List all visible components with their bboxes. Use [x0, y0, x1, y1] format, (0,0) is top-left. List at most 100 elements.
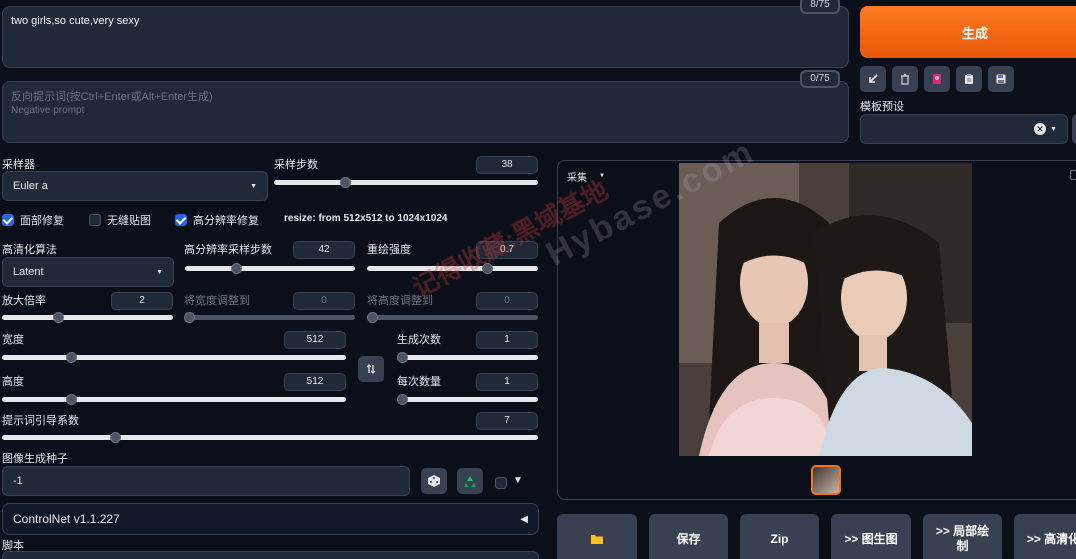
- open-folder-button[interactable]: [557, 514, 637, 559]
- extra-seed-checkbox[interactable]: [495, 477, 507, 489]
- steps-input[interactable]: 38: [476, 156, 538, 174]
- width-input[interactable]: 512: [284, 331, 346, 349]
- generate-button[interactable]: 生成: [860, 6, 1076, 58]
- fullscreen-icon[interactable]: [1070, 170, 1076, 180]
- slider-knob[interactable]: [397, 394, 408, 405]
- cfg-input[interactable]: 7: [476, 412, 538, 430]
- batch-size-slider[interactable]: [397, 394, 538, 405]
- slider-knob[interactable]: [109, 432, 121, 443]
- send-to-img2img-button[interactable]: >> 图生图: [831, 514, 911, 559]
- send-to-inpaint-button[interactable]: >> 局部绘 制: [923, 514, 1002, 559]
- slider-knob[interactable]: [231, 263, 242, 274]
- hires-steps-slider[interactable]: [185, 263, 355, 274]
- face-restore-checkbox[interactable]: 面部修复: [2, 212, 64, 228]
- slider-knob[interactable]: [65, 352, 77, 363]
- read-params-button[interactable]: [860, 66, 886, 92]
- batch-size-input[interactable]: 1: [476, 373, 538, 391]
- slider-knob[interactable]: [340, 177, 352, 188]
- upscale-by-label: 放大倍率: [2, 295, 46, 307]
- denoise-input[interactable]: 0.7: [476, 241, 538, 259]
- slider-knob[interactable]: [65, 394, 77, 405]
- prompt-text: two girls,so cute,very sexy: [11, 15, 140, 27]
- resize-height-input[interactable]: 0: [476, 292, 538, 310]
- upscaler-dropdown[interactable]: Latent ▼: [2, 257, 174, 287]
- checkbox-icon[interactable]: [2, 214, 14, 226]
- chevron-down-icon: ▼: [599, 173, 605, 179]
- recycle-icon: [464, 476, 476, 487]
- denoise-label: 重绘强度: [367, 244, 411, 256]
- resize-width-input[interactable]: 0: [293, 292, 355, 310]
- steps-slider[interactable]: [274, 177, 538, 188]
- apply-style-button[interactable]: [956, 66, 982, 92]
- batch-size-label: 每次数量: [397, 376, 441, 388]
- close-icon[interactable]: ✕: [1034, 123, 1047, 135]
- template-side-button[interactable]: [1072, 114, 1076, 144]
- controlnet-label: ControlNet v1.1.227: [13, 512, 120, 526]
- prompt-textarea[interactable]: two girls,so cute,very sexy: [2, 6, 849, 68]
- hires-fix-checkbox[interactable]: 高分辨率修复: [175, 212, 259, 228]
- height-label: 高度: [2, 376, 24, 388]
- hires-steps-input[interactable]: 42: [293, 241, 355, 259]
- chevron-down-icon: ▼: [1050, 125, 1057, 133]
- height-input[interactable]: 512: [284, 373, 346, 391]
- upscale-by-slider[interactable]: [2, 312, 173, 323]
- trash-icon: [901, 73, 909, 85]
- prompt-token-counter: 8/75: [800, 0, 840, 14]
- negative-token-counter: 0/75: [800, 70, 840, 88]
- seed-value: -1: [13, 475, 23, 487]
- zip-button[interactable]: Zip: [740, 514, 819, 559]
- swap-icon: [366, 364, 376, 374]
- sampler-dropdown[interactable]: Euler a ▼: [2, 171, 268, 201]
- reuse-seed-button[interactable]: [457, 468, 483, 494]
- save-style-button[interactable]: [988, 66, 1014, 92]
- checkbox-icon[interactable]: [175, 214, 187, 226]
- resize-height-slider[interactable]: [367, 312, 538, 323]
- random-seed-button[interactable]: [421, 468, 447, 494]
- seed-input[interactable]: -1: [2, 466, 410, 496]
- expand-triangle-icon[interactable]: ▼: [513, 475, 523, 486]
- negative-prompt-textarea[interactable]: 反向提示词(按Ctrl+Enter或Alt+Enter生成) Negative …: [2, 81, 849, 143]
- script-dropdown[interactable]: [2, 551, 539, 559]
- hires-fix-label: 高分辨率修复: [193, 215, 259, 227]
- swap-dimensions-button[interactable]: [358, 356, 384, 382]
- save-button[interactable]: 保存: [649, 514, 728, 559]
- chevron-down-icon: ▼: [250, 182, 257, 190]
- height-slider[interactable]: [2, 394, 346, 405]
- tiling-checkbox[interactable]: 无缝贴图: [89, 212, 151, 228]
- checkbox-icon[interactable]: [89, 214, 101, 226]
- template-dropdown[interactable]: ✕ ▼: [860, 114, 1068, 144]
- template-label: 模板预设: [860, 101, 904, 113]
- output-tab[interactable]: 采集 ▼: [561, 166, 611, 186]
- batch-count-slider[interactable]: [397, 352, 538, 363]
- cfg-label: 提示词引导系数: [2, 415, 79, 427]
- sampler-label: 采样器: [2, 159, 35, 171]
- slider-knob[interactable]: [53, 312, 65, 323]
- steps-label: 采样步数: [274, 159, 318, 171]
- face-restore-label: 面部修复: [20, 215, 64, 227]
- slider-knob[interactable]: [367, 312, 378, 323]
- resize-width-label: 将宽度调整到: [184, 295, 250, 307]
- send-to-extras-button[interactable]: >> 高清化: [1014, 514, 1076, 559]
- slider-knob[interactable]: [397, 352, 408, 363]
- collapse-triangle-icon: ◀: [520, 513, 528, 525]
- dice-icon: [428, 475, 440, 487]
- clear-prompt-button[interactable]: [892, 66, 918, 92]
- slider-knob[interactable]: [481, 263, 493, 274]
- resize-width-slider[interactable]: [184, 312, 355, 323]
- batch-count-label: 生成次数: [397, 334, 441, 346]
- upscaler-value: Latent: [13, 266, 44, 278]
- gallery-thumbnail[interactable]: [811, 465, 841, 495]
- output-tab-label: 采集: [567, 172, 587, 184]
- tiling-label: 无缝贴图: [107, 215, 151, 227]
- width-slider[interactable]: [2, 352, 346, 363]
- upscale-by-input[interactable]: 2: [111, 292, 173, 310]
- extra-networks-button[interactable]: [924, 66, 950, 92]
- slider-knob[interactable]: [184, 312, 195, 323]
- generated-image[interactable]: [679, 163, 972, 456]
- denoise-slider[interactable]: [367, 263, 538, 274]
- cfg-slider[interactable]: [2, 432, 538, 443]
- portrait-illustration: [679, 163, 972, 456]
- controlnet-accordion[interactable]: ControlNet v1.1.227 ◀: [2, 503, 539, 535]
- resize-info: resize: from 512x512 to 1024x1024: [284, 213, 448, 224]
- batch-count-input[interactable]: 1: [476, 331, 538, 349]
